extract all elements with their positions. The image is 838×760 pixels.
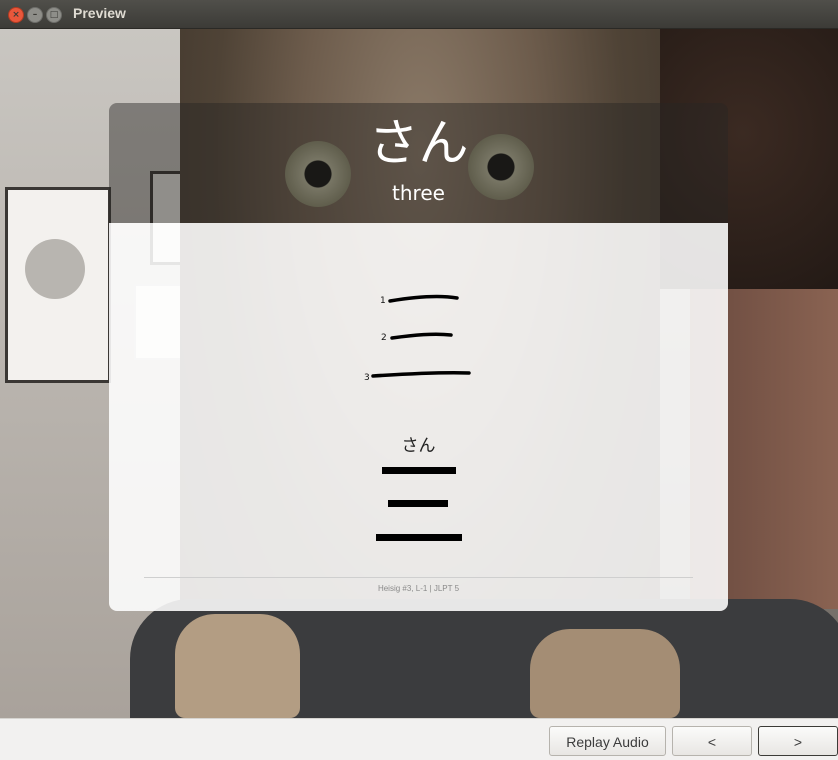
meaning-text: three <box>392 181 445 205</box>
preview-window: × – □ Preview さん three 1 2 3 さん Heisig #… <box>0 0 838 760</box>
card-preview-area: さん three 1 2 3 さん Heisig #3, L-1 | JLPT … <box>0 29 838 718</box>
kana-word: さん <box>368 114 469 172</box>
card-divider <box>144 577 693 578</box>
reading-text: さん <box>401 436 436 456</box>
title-bar: × – □ Preview <box>0 0 838 29</box>
minimize-window-button[interactable]: – <box>27 7 43 23</box>
kanji-glyph <box>375 463 465 553</box>
button-bar: Replay Audio < > <box>0 718 838 760</box>
flashcard: さん three 1 2 3 さん Heisig #3, L-1 | JLPT … <box>109 103 728 611</box>
next-card-button[interactable]: > <box>758 726 838 756</box>
close-window-button[interactable]: × <box>8 7 24 23</box>
replay-audio-button[interactable]: Replay Audio <box>549 726 666 756</box>
card-footer: Heisig #3, L-1 | JLPT 5 <box>377 584 460 593</box>
window-title: Preview <box>73 5 126 21</box>
card-body: 1 2 3 さん Heisig #3, L-1 | JLPT 5 <box>109 223 728 611</box>
maximize-window-button[interactable]: □ <box>46 7 62 23</box>
stroke-order-strokes <box>371 294 471 378</box>
card-header: さん three <box>109 103 728 223</box>
previous-card-button[interactable]: < <box>672 726 752 756</box>
stroke-order-diagram: 1 2 3 <box>359 263 479 383</box>
